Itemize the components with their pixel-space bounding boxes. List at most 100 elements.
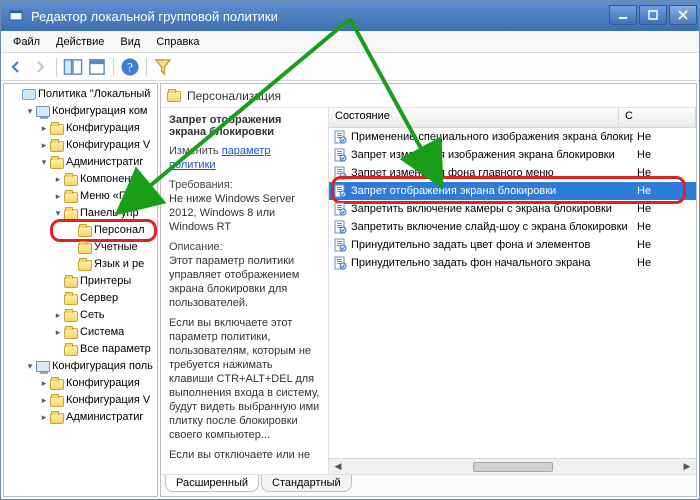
- body: Политика "Локальный ▾Конфигурация ком ▸К…: [1, 83, 699, 499]
- policy-setting-icon: [333, 184, 347, 198]
- policy-name: Запрет изменения изображения экрана блок…: [351, 149, 633, 161]
- tree-root[interactable]: Политика "Локальный: [6, 86, 155, 103]
- policy-setting-icon: [333, 148, 347, 162]
- tree-item[interactable]: ▸Компоненть: [6, 171, 155, 188]
- folder-icon: [50, 158, 64, 169]
- tree-item[interactable]: ▸Сеть: [6, 307, 155, 324]
- folder-icon: [64, 328, 78, 339]
- col-c[interactable]: С: [619, 108, 696, 127]
- list-row[interactable]: Принудительно задать фон начального экра…: [329, 254, 696, 272]
- list-row[interactable]: Запрет изменения фона главного менюНе: [329, 164, 696, 182]
- menu-bar: Файл Действие Вид Справка: [1, 31, 699, 53]
- maximize-button[interactable]: [639, 5, 667, 25]
- user-icon: [36, 361, 50, 372]
- scroll-right-icon[interactable]: ▶: [680, 461, 694, 473]
- list-row[interactable]: Запрет изменения изображения экрана блок…: [329, 146, 696, 164]
- computer-icon: [36, 106, 50, 117]
- policy-name: Запретить включение камеры с экрана блок…: [351, 203, 633, 215]
- policy-setting-icon: [333, 220, 347, 234]
- description-text: Если вы включаете этот параметр политики…: [169, 316, 320, 442]
- policy-setting-icon: [333, 256, 347, 270]
- policy-name: Применение специального изображения экра…: [351, 131, 633, 143]
- list-row[interactable]: Запретить включение камеры с экрана блок…: [329, 200, 696, 218]
- policy-state: Не: [633, 203, 696, 215]
- list-row[interactable]: Принудительно задать цвет фона и элемент…: [329, 236, 696, 254]
- tree-item[interactable]: Сервер: [6, 290, 155, 307]
- policy-name: Принудительно задать цвет фона и элемент…: [351, 239, 633, 251]
- tree-item[interactable]: ▸Меню «Пуск: [6, 188, 155, 205]
- close-button[interactable]: [669, 5, 697, 25]
- description-label: Описание:: [169, 241, 223, 253]
- policy-setting-icon: [333, 238, 347, 252]
- tree-pane[interactable]: Политика "Локальный ▾Конфигурация ком ▸К…: [3, 83, 158, 497]
- menu-file[interactable]: Файл: [5, 34, 48, 50]
- folder-icon: [78, 243, 92, 254]
- show-hide-tree-button[interactable]: [62, 56, 84, 78]
- scroll-thumb[interactable]: [473, 462, 553, 472]
- policy-name: Запрет изменения фона главного меню: [351, 167, 633, 179]
- folder-icon: [64, 294, 78, 305]
- list-row[interactable]: Запретить включение слайд-шоу с экрана б…: [329, 218, 696, 236]
- tree-item[interactable]: ▸Конфигурация V: [6, 137, 155, 154]
- tree-item[interactable]: Все параметр: [6, 341, 155, 358]
- tree-item[interactable]: ▸Система: [6, 324, 155, 341]
- policy-state: Не: [633, 239, 696, 251]
- tree-item[interactable]: ▸Администратиг: [6, 409, 155, 426]
- tree: Политика "Локальный ▾Конфигурация ком ▸К…: [4, 84, 157, 428]
- folder-icon: [50, 141, 64, 152]
- menu-view[interactable]: Вид: [112, 34, 148, 50]
- list-rows[interactable]: Применение специального изображения экра…: [329, 128, 696, 458]
- policy-heading: Запрет отображения экрана блокировки: [169, 114, 320, 138]
- help-button[interactable]: ?: [119, 56, 141, 78]
- tree-item[interactable]: ▸Конфигурация V: [6, 392, 155, 409]
- folder-icon: [64, 311, 78, 322]
- minimize-button[interactable]: [609, 5, 637, 25]
- app-window: Редактор локальной групповой политики Фа…: [0, 0, 700, 500]
- policy-name: Запрет отображения экрана блокировки: [351, 185, 633, 197]
- list-row[interactable]: Применение специального изображения экра…: [329, 128, 696, 146]
- policy-setting-icon: [333, 166, 347, 180]
- mmc-icon: [7, 7, 25, 25]
- toolbar-separator: [113, 58, 114, 76]
- scroll-left-icon[interactable]: ◀: [331, 461, 345, 473]
- menu-action[interactable]: Действие: [48, 34, 112, 50]
- tree-item[interactable]: ▸Конфигурация: [6, 375, 155, 392]
- list-column: Состояние С Применение специального изоб…: [329, 108, 696, 474]
- menu-help[interactable]: Справка: [148, 34, 207, 50]
- horizontal-scrollbar[interactable]: ◀ ▶: [329, 458, 696, 474]
- tabs-row: Расширенный Стандартный: [161, 474, 696, 496]
- svg-text:?: ?: [127, 60, 133, 74]
- policy-state: Не: [633, 185, 696, 197]
- folder-icon: [50, 396, 64, 407]
- back-button[interactable]: [5, 56, 27, 78]
- requirements-text: Не ниже Windows Server 2012, Windows 8 и…: [169, 193, 295, 233]
- details-column: Запрет отображения экрана блокировки Изм…: [161, 108, 329, 474]
- col-state[interactable]: Состояние: [329, 108, 619, 127]
- tree-item[interactable]: ▸Конфигурация: [6, 120, 155, 137]
- tree-item[interactable]: Принтеры: [6, 273, 155, 290]
- properties-button[interactable]: [86, 56, 108, 78]
- right-pane: Персонализация Запрет отображения экрана…: [160, 83, 697, 497]
- list-row[interactable]: Запрет отображения экрана блокировкиНе: [329, 182, 696, 200]
- folder-icon: [167, 91, 181, 102]
- tree-personalization[interactable]: Персонал: [6, 222, 155, 239]
- filter-button[interactable]: [152, 56, 174, 78]
- folder-icon: [50, 124, 64, 135]
- folder-icon: [50, 413, 64, 424]
- tab-extended[interactable]: Расширенный: [165, 475, 259, 492]
- folder-icon: [50, 379, 64, 390]
- policy-state: Не: [633, 149, 696, 161]
- toolbar-separator: [56, 58, 57, 76]
- tree-item[interactable]: Язык и ре: [6, 256, 155, 273]
- tree-admin-templates[interactable]: ▾Администратиг: [6, 154, 155, 171]
- window-controls: [607, 5, 697, 27]
- description-text: Если вы отключаете или не: [169, 448, 320, 462]
- policy-state: Не: [633, 167, 696, 179]
- tab-standard[interactable]: Стандартный: [261, 475, 352, 492]
- tree-computer-config[interactable]: ▾Конфигурация ком: [6, 103, 155, 120]
- section-title: Персонализация: [187, 89, 281, 103]
- tree-user-config[interactable]: ▾Конфигурация поль: [6, 358, 155, 375]
- folder-icon: [64, 277, 78, 288]
- section-header: Персонализация: [161, 84, 696, 108]
- forward-button[interactable]: [29, 56, 51, 78]
